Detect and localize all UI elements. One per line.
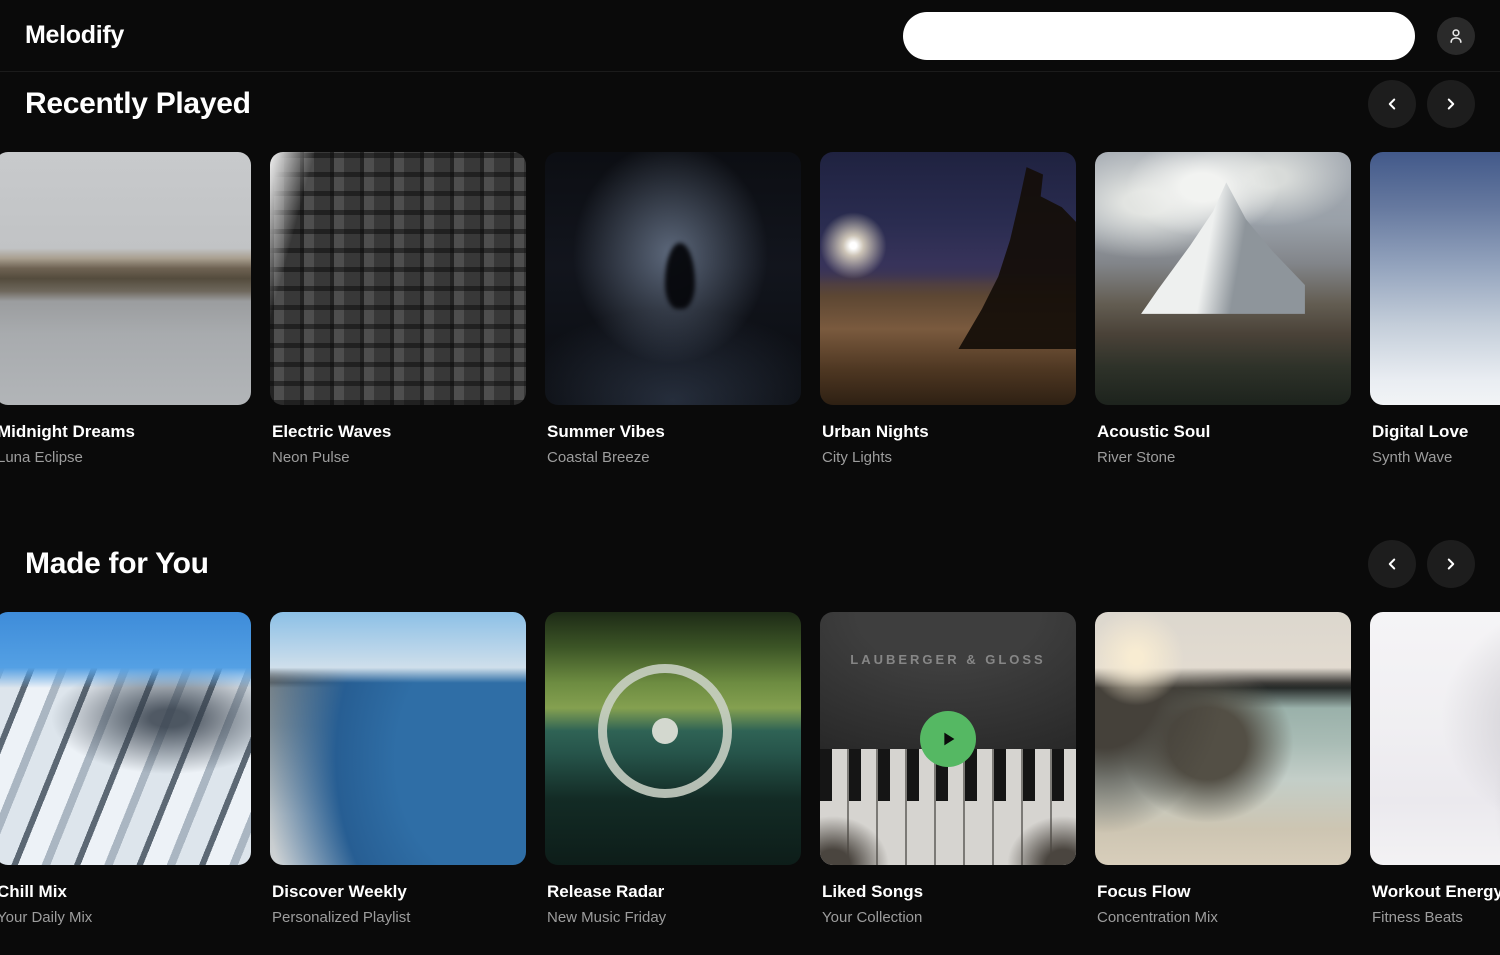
album-art [270, 612, 526, 865]
card-title: Release Radar [547, 882, 801, 902]
card-subtitle: River Stone [1097, 449, 1351, 466]
card-subtitle: Coastal Breeze [547, 449, 801, 466]
card-title: Workout Energy [1372, 882, 1500, 902]
carousel-track[interactable]: Chill Mix Your Daily Mix Discover Weekly… [0, 612, 1500, 926]
carousel-prev-button[interactable] [1368, 80, 1416, 128]
section-header: Made for You [0, 540, 1500, 588]
user-icon [1446, 26, 1466, 46]
album-art [270, 152, 526, 405]
card-title: Urban Nights [822, 422, 1076, 442]
playlist-card[interactable]: Midnight Dreams Luna Eclipse [0, 152, 251, 466]
card-title: Electric Waves [272, 422, 526, 442]
album-art [1370, 152, 1500, 405]
card-subtitle: Concentration Mix [1097, 909, 1351, 926]
chevron-left-icon [1383, 95, 1401, 113]
card-subtitle: New Music Friday [547, 909, 801, 926]
playlist-card[interactable]: Urban Nights City Lights [820, 152, 1076, 466]
carousel-track[interactable]: Midnight Dreams Luna Eclipse Electric Wa… [0, 152, 1500, 466]
card-subtitle: Synth Wave [1372, 449, 1500, 466]
app-logo: Melodify [25, 21, 124, 50]
card-subtitle: Personalized Playlist [272, 909, 526, 926]
card-title: Focus Flow [1097, 882, 1351, 902]
card-subtitle: Your Daily Mix [0, 909, 251, 926]
album-art [0, 152, 251, 405]
section-title: Made for You [25, 547, 1357, 581]
section-made-for-you: Made for You Chill Mix Your Daily Mix Di… [0, 540, 1500, 926]
album-art [1095, 152, 1351, 405]
card-subtitle: Your Collection [822, 909, 1076, 926]
card-title: Midnight Dreams [0, 422, 251, 442]
play-button[interactable] [920, 711, 976, 767]
card-title: Discover Weekly [272, 882, 526, 902]
album-art [1095, 612, 1351, 865]
chevron-right-icon [1442, 95, 1460, 113]
album-art [0, 612, 251, 865]
carousel-next-button[interactable] [1427, 540, 1475, 588]
playlist-card[interactable]: Electric Waves Neon Pulse [270, 152, 526, 466]
section-header: Recently Played [0, 80, 1500, 128]
carousel-prev-button[interactable] [1368, 540, 1416, 588]
card-subtitle: Fitness Beats [1372, 909, 1500, 926]
chevron-left-icon [1383, 555, 1401, 573]
section-recently-played: Recently Played Midnight Dreams Luna Ecl… [0, 80, 1500, 466]
album-art [545, 612, 801, 865]
album-art [1370, 612, 1500, 865]
card-title: Chill Mix [0, 882, 251, 902]
card-title: Liked Songs [822, 882, 1076, 902]
carousel: Midnight Dreams Luna Eclipse Electric Wa… [0, 152, 1500, 466]
album-art [820, 152, 1076, 405]
piano-inscription: LAUBERGER & GLOSS [820, 652, 1076, 667]
playlist-card[interactable]: Discover Weekly Personalized Playlist [270, 612, 526, 926]
profile-button[interactable] [1437, 17, 1475, 55]
chevron-right-icon [1442, 555, 1460, 573]
card-title: Digital Love [1372, 422, 1500, 442]
card-subtitle: City Lights [822, 449, 1076, 466]
section-title: Recently Played [25, 87, 1357, 121]
playlist-card[interactable]: Release Radar New Music Friday [545, 612, 801, 926]
card-title: Summer Vibes [547, 422, 801, 442]
play-icon [937, 728, 959, 750]
carousel-next-button[interactable] [1427, 80, 1475, 128]
playlist-card[interactable]: Acoustic Soul River Stone [1095, 152, 1351, 466]
card-subtitle: Neon Pulse [272, 449, 526, 466]
playlist-card[interactable]: Summer Vibes Coastal Breeze [545, 152, 801, 466]
search-input[interactable] [903, 12, 1415, 60]
album-art [545, 152, 801, 405]
playlist-card[interactable]: LAUBERGER & GLOSS Liked Songs Your Colle… [820, 612, 1076, 926]
carousel: Chill Mix Your Daily Mix Discover Weekly… [0, 612, 1500, 926]
playlist-card[interactable]: Digital Love Synth Wave [1370, 152, 1500, 466]
album-art: LAUBERGER & GLOSS [820, 612, 1076, 865]
app-header: Melodify [0, 0, 1500, 72]
card-subtitle: Luna Eclipse [0, 449, 251, 466]
playlist-card[interactable]: Workout Energy Fitness Beats [1370, 612, 1500, 926]
card-title: Acoustic Soul [1097, 422, 1351, 442]
playlist-card[interactable]: Chill Mix Your Daily Mix [0, 612, 251, 926]
playlist-card[interactable]: Focus Flow Concentration Mix [1095, 612, 1351, 926]
